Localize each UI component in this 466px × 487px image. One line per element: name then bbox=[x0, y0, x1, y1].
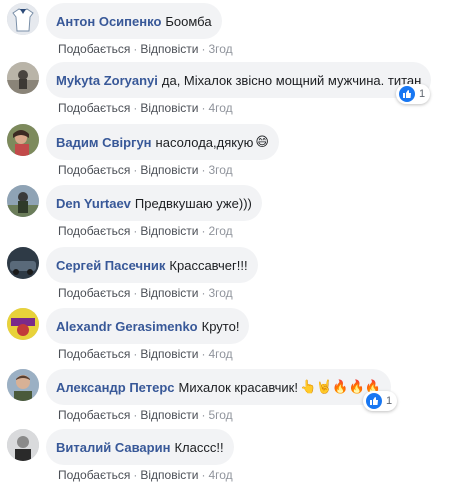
reaction-count: 1 bbox=[386, 395, 393, 407]
separator-dot: · bbox=[133, 347, 138, 361]
like-button[interactable]: Подобається bbox=[58, 42, 130, 56]
like-button[interactable]: Подобається bbox=[58, 224, 130, 238]
avatar[interactable] bbox=[7, 185, 39, 217]
comment-actions: Подобається · Відповісти · 3год bbox=[58, 286, 233, 300]
timestamp-link[interactable]: 4год bbox=[208, 347, 232, 361]
comment-actions: Подобається · Відповісти · 4год bbox=[58, 101, 233, 115]
reply-button[interactable]: Відповісти bbox=[140, 468, 198, 482]
like-button[interactable]: Подобається bbox=[58, 163, 130, 177]
comment-item: Den Yurtaev Предвкушаю уже))) Подобаєтьс… bbox=[0, 185, 466, 243]
comment-text: насолода,дякую bbox=[155, 134, 254, 150]
grinning-face-icon: 😄 bbox=[255, 134, 269, 149]
reply-button[interactable]: Відповісти bbox=[140, 101, 198, 115]
separator-dot: · bbox=[201, 347, 206, 361]
reply-button[interactable]: Відповісти bbox=[140, 347, 198, 361]
separator-dot: · bbox=[201, 42, 206, 56]
comment-text: да, Міхалок звісно мощний мужчина. титан bbox=[161, 72, 422, 88]
comment-actions: Подобається · Відповісти · 4год bbox=[58, 468, 233, 482]
author-name-link[interactable]: Alexandr Gerasimenko bbox=[56, 319, 198, 334]
comment-actions: Подобається · Відповісти · 3год bbox=[58, 163, 233, 177]
comment-text: Михалок красавчик! bbox=[178, 379, 298, 395]
comment-text: Предвкушаю уже))) bbox=[134, 195, 252, 211]
comment-item: Mykyta Zoryanyi да, Міхалок звісно мощни… bbox=[0, 62, 466, 120]
reply-button[interactable]: Відповісти bbox=[140, 42, 198, 56]
reply-button[interactable]: Відповісти bbox=[140, 224, 198, 238]
reply-button[interactable]: Відповісти bbox=[140, 408, 198, 422]
comment-bubble: Alexandr Gerasimenko Круто! bbox=[46, 308, 250, 344]
author-name-link[interactable]: Виталий Саварин bbox=[56, 440, 170, 455]
author-name-link[interactable]: Александр Петерс bbox=[56, 380, 175, 395]
reaction-counter[interactable]: 1 bbox=[363, 391, 398, 411]
avatar[interactable] bbox=[7, 3, 39, 35]
comment-bubble: Антон Осипенко Боомба bbox=[46, 3, 222, 39]
separator-dot: · bbox=[201, 286, 206, 300]
avatar[interactable] bbox=[7, 369, 39, 401]
separator-dot: · bbox=[201, 468, 206, 482]
timestamp-link[interactable]: 4год bbox=[208, 101, 232, 115]
timestamp-link[interactable]: 4год bbox=[208, 468, 232, 482]
comment-text: Крассавчег!!! bbox=[169, 257, 248, 273]
comment-bubble: Вадим Свіргун насолода,дякую 😄 bbox=[46, 124, 279, 160]
like-button[interactable]: Подобається bbox=[58, 347, 130, 361]
comment-bubble: Den Yurtaev Предвкушаю уже))) bbox=[46, 185, 262, 221]
comment-item: Alexandr Gerasimenko Круто! Подобається ·… bbox=[0, 308, 466, 366]
comment-actions: Подобається · Відповісти · 3год bbox=[58, 42, 233, 56]
separator-dot: · bbox=[201, 163, 206, 177]
separator-dot: · bbox=[133, 224, 138, 238]
comment-text: Боомба bbox=[165, 13, 212, 29]
separator-dot: · bbox=[133, 101, 138, 115]
author-name-link[interactable]: Mykyta Zoryanyi bbox=[56, 73, 158, 88]
author-name-link[interactable]: Антон Осипенко bbox=[56, 14, 161, 29]
thumbs-up-icon bbox=[366, 393, 382, 409]
comment-text: Круто! bbox=[201, 318, 240, 334]
comment-item: Александр Петерс Михалок красавчик! 👆🤘🔥🔥… bbox=[0, 369, 466, 427]
comment-actions: Подобається · Відповісти · 5год bbox=[58, 408, 233, 422]
separator-dot: · bbox=[133, 408, 138, 422]
separator-dot: · bbox=[133, 163, 138, 177]
separator-dot: · bbox=[133, 468, 138, 482]
comment-bubble: Сергей Пасечник Крассавчег!!! bbox=[46, 247, 258, 283]
comment-item: Сергей Пасечник Крассавчег!!! Подобаєтьс… bbox=[0, 247, 466, 305]
author-name-link[interactable]: Сергей Пасечник bbox=[56, 258, 165, 273]
comment-actions: Подобається · Відповісти · 2год bbox=[58, 224, 233, 238]
avatar[interactable] bbox=[7, 308, 39, 340]
author-name-link[interactable]: Den Yurtaev bbox=[56, 196, 131, 211]
reply-button[interactable]: Відповісти bbox=[140, 286, 198, 300]
like-button[interactable]: Подобається bbox=[58, 408, 130, 422]
comment-bubble: Mykyta Zoryanyi да, Міхалок звісно мощни… bbox=[46, 62, 432, 98]
avatar[interactable] bbox=[7, 429, 39, 461]
reaction-count: 1 bbox=[419, 88, 426, 100]
avatar[interactable] bbox=[7, 247, 39, 279]
comment-item: Виталий Саварин Классс!! Подобається · Від… bbox=[0, 429, 466, 487]
timestamp-link[interactable]: 3год bbox=[208, 42, 232, 56]
reaction-counter[interactable]: 1 bbox=[396, 84, 431, 104]
comment-bubble: Александр Петерс Михалок красавчик! 👆🤘🔥🔥… bbox=[46, 369, 391, 405]
timestamp-link[interactable]: 2год bbox=[208, 224, 232, 238]
avatar[interactable] bbox=[7, 124, 39, 156]
thumbs-up-icon bbox=[399, 86, 415, 102]
separator-dot: · bbox=[133, 286, 138, 300]
comment-actions: Подобається · Відповісти · 4год bbox=[58, 347, 233, 361]
comment-item: Антон Осипенко Боомба Подобається · Відпов… bbox=[0, 3, 466, 61]
avatar[interactable] bbox=[7, 62, 39, 94]
reply-button[interactable]: Відповісти bbox=[140, 163, 198, 177]
separator-dot: · bbox=[201, 224, 206, 238]
comment-item: Вадим Свіргун насолода,дякую 😄 Подобаєть… bbox=[0, 124, 466, 182]
like-button[interactable]: Подобається bbox=[58, 101, 130, 115]
timestamp-link[interactable]: 5год bbox=[208, 408, 232, 422]
separator-dot: · bbox=[201, 408, 206, 422]
separator-dot: · bbox=[201, 101, 206, 115]
comment-bubble: Виталий Саварин Классс!! bbox=[46, 429, 234, 465]
timestamp-link[interactable]: 3год bbox=[208, 163, 232, 177]
like-button[interactable]: Подобається bbox=[58, 468, 130, 482]
author-name-link[interactable]: Вадим Свіргун bbox=[56, 135, 152, 150]
like-button[interactable]: Подобається bbox=[58, 286, 130, 300]
timestamp-link[interactable]: 3год bbox=[208, 286, 232, 300]
comment-text: Классс!! bbox=[174, 439, 224, 455]
separator-dot: · bbox=[133, 42, 138, 56]
